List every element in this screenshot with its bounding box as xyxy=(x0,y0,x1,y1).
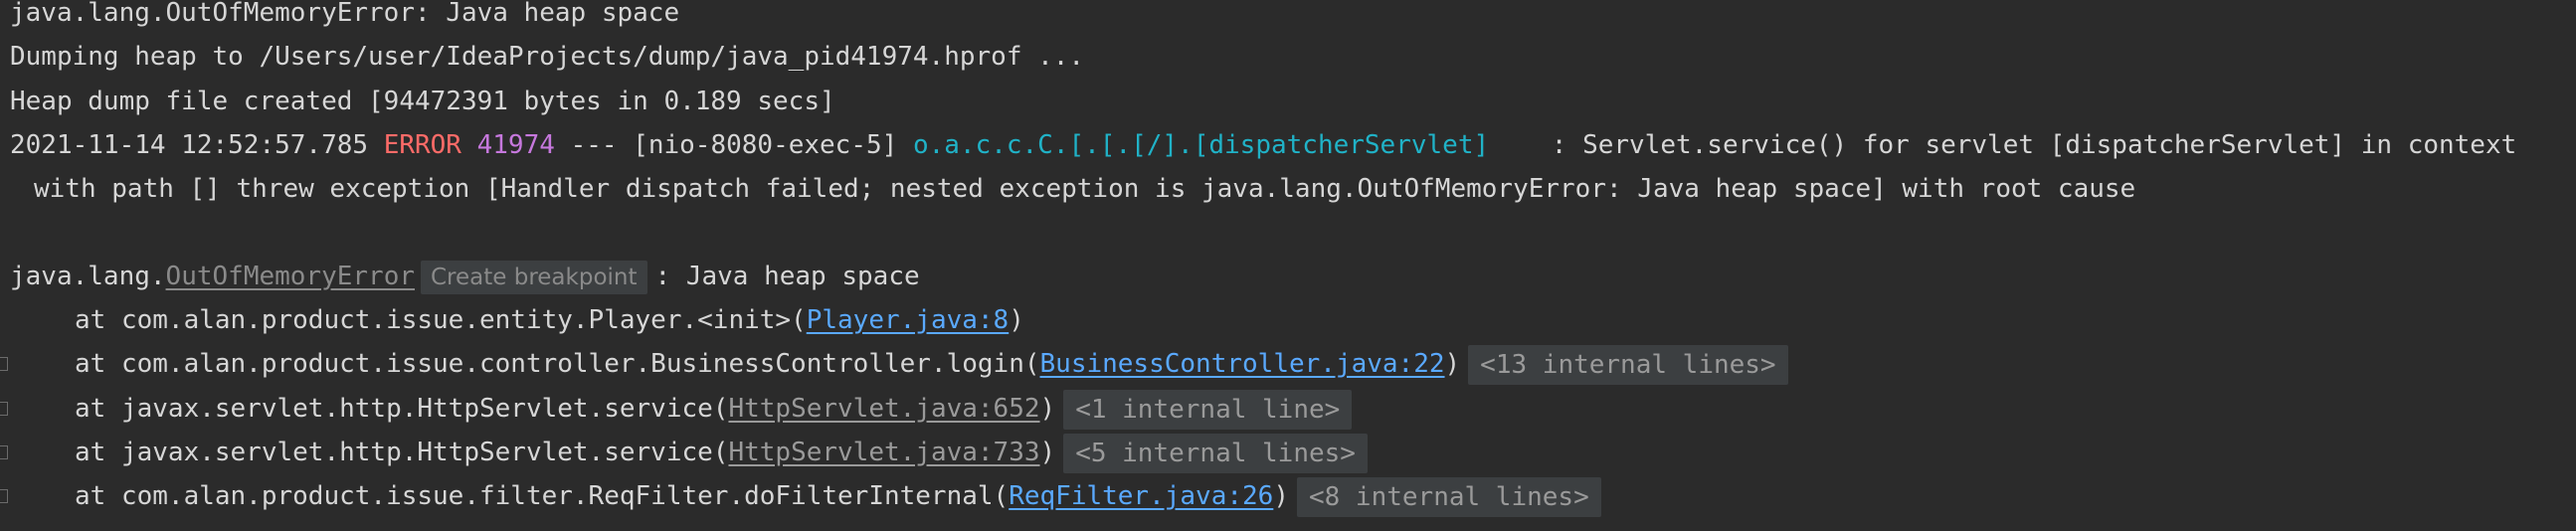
log-pid: 41974 xyxy=(476,130,555,160)
source-link[interactable]: BusinessController.java:22 xyxy=(1040,349,1445,379)
frame-suffix: ) xyxy=(1273,481,1289,511)
frame-text: at javax.servlet.http.HttpServlet.servic… xyxy=(75,394,729,424)
exception-prefix: java.lang. xyxy=(10,262,166,291)
frame-text: at javax.servlet.http.HttpServlet.servic… xyxy=(75,438,729,467)
source-link[interactable]: HttpServlet.java:733 xyxy=(728,438,1039,467)
oom-header-text: java.lang.OutOfMemoryError: Java heap sp… xyxy=(10,0,680,28)
stack-frame: at com.alan.product.issue.entity.Player.… xyxy=(0,298,1024,342)
dump-created-text: Heap dump file created [94472391 bytes i… xyxy=(10,87,835,116)
source-link[interactable]: HttpServlet.java:652 xyxy=(728,394,1039,424)
source-link[interactable]: ReqFilter.java:26 xyxy=(1009,481,1273,511)
log-logger: o.a.c.c.C.[.[.[/].[dispatcherServlet] xyxy=(912,130,1490,160)
log-message: : Servlet.service() for servlet [dispatc… xyxy=(1551,130,2517,160)
frame-suffix: ) xyxy=(1039,394,1056,424)
exception-message: : Java heap space xyxy=(654,262,920,291)
source-link[interactable]: Player.java:8 xyxy=(807,305,1010,335)
internal-lines-badge[interactable]: <8 internal lines> xyxy=(1296,476,1601,517)
stack-frame: at com.alan.product.issue.controller.Bus… xyxy=(0,342,1788,386)
frame-text: at com.alan.product.issue.entity.Player.… xyxy=(75,305,807,335)
internal-lines-badge[interactable]: <13 internal lines> xyxy=(1468,344,1788,385)
frame-suffix: ) xyxy=(1009,305,1024,335)
console-output: java.lang.OutOfMemoryError : Java heap sp… xyxy=(0,0,2576,531)
exception-class-link[interactable]: OutOfMemoryError xyxy=(166,262,415,291)
stack-frame: at com.alan.product.issue.filter.ReqFilt… xyxy=(0,474,1601,518)
internal-lines-badge[interactable]: <5 internal lines> xyxy=(1063,433,1368,473)
oom-header-line: java.lang.OutOfMemoryError: Java heap sp… xyxy=(0,0,679,35)
log-line: 2021-11-14 12:52:57.785 ERROR 41974 --- … xyxy=(0,123,2516,167)
log-continuation-line: with path [] threw exception [Handler di… xyxy=(0,167,2135,211)
log-thread: [nio-8080-exec-5] xyxy=(633,130,898,160)
frame-suffix: ) xyxy=(1444,349,1461,379)
stack-frame: at javax.servlet.http.HttpServlet.servic… xyxy=(0,431,1368,474)
exception-line: java.lang.OutOfMemoryError Create breakpo… xyxy=(0,255,920,298)
dumping-text: Dumping heap to /Users/user/IdeaProjects… xyxy=(10,42,1085,72)
log-timestamp: 2021-11-14 12:52:57.785 xyxy=(10,130,369,160)
log-level: ERROR xyxy=(383,130,461,160)
frame-text: at com.alan.product.issue.filter.ReqFilt… xyxy=(75,481,1010,511)
frame-suffix: ) xyxy=(1039,438,1056,467)
log-continuation-text: with path [] threw exception [Handler di… xyxy=(34,174,2136,204)
stack-frame: at javax.servlet.http.HttpServlet.servic… xyxy=(0,387,1353,431)
log-separator: --- xyxy=(570,130,618,160)
create-breakpoint-button[interactable]: Create breakpoint xyxy=(421,260,647,294)
dump-created-line: Heap dump file created [94472391 bytes i… xyxy=(0,80,835,123)
internal-lines-badge[interactable]: <1 internal line> xyxy=(1063,389,1353,430)
frame-text: at com.alan.product.issue.controller.Bus… xyxy=(75,349,1040,379)
dumping-line: Dumping heap to /Users/user/IdeaProjects… xyxy=(0,35,1084,79)
